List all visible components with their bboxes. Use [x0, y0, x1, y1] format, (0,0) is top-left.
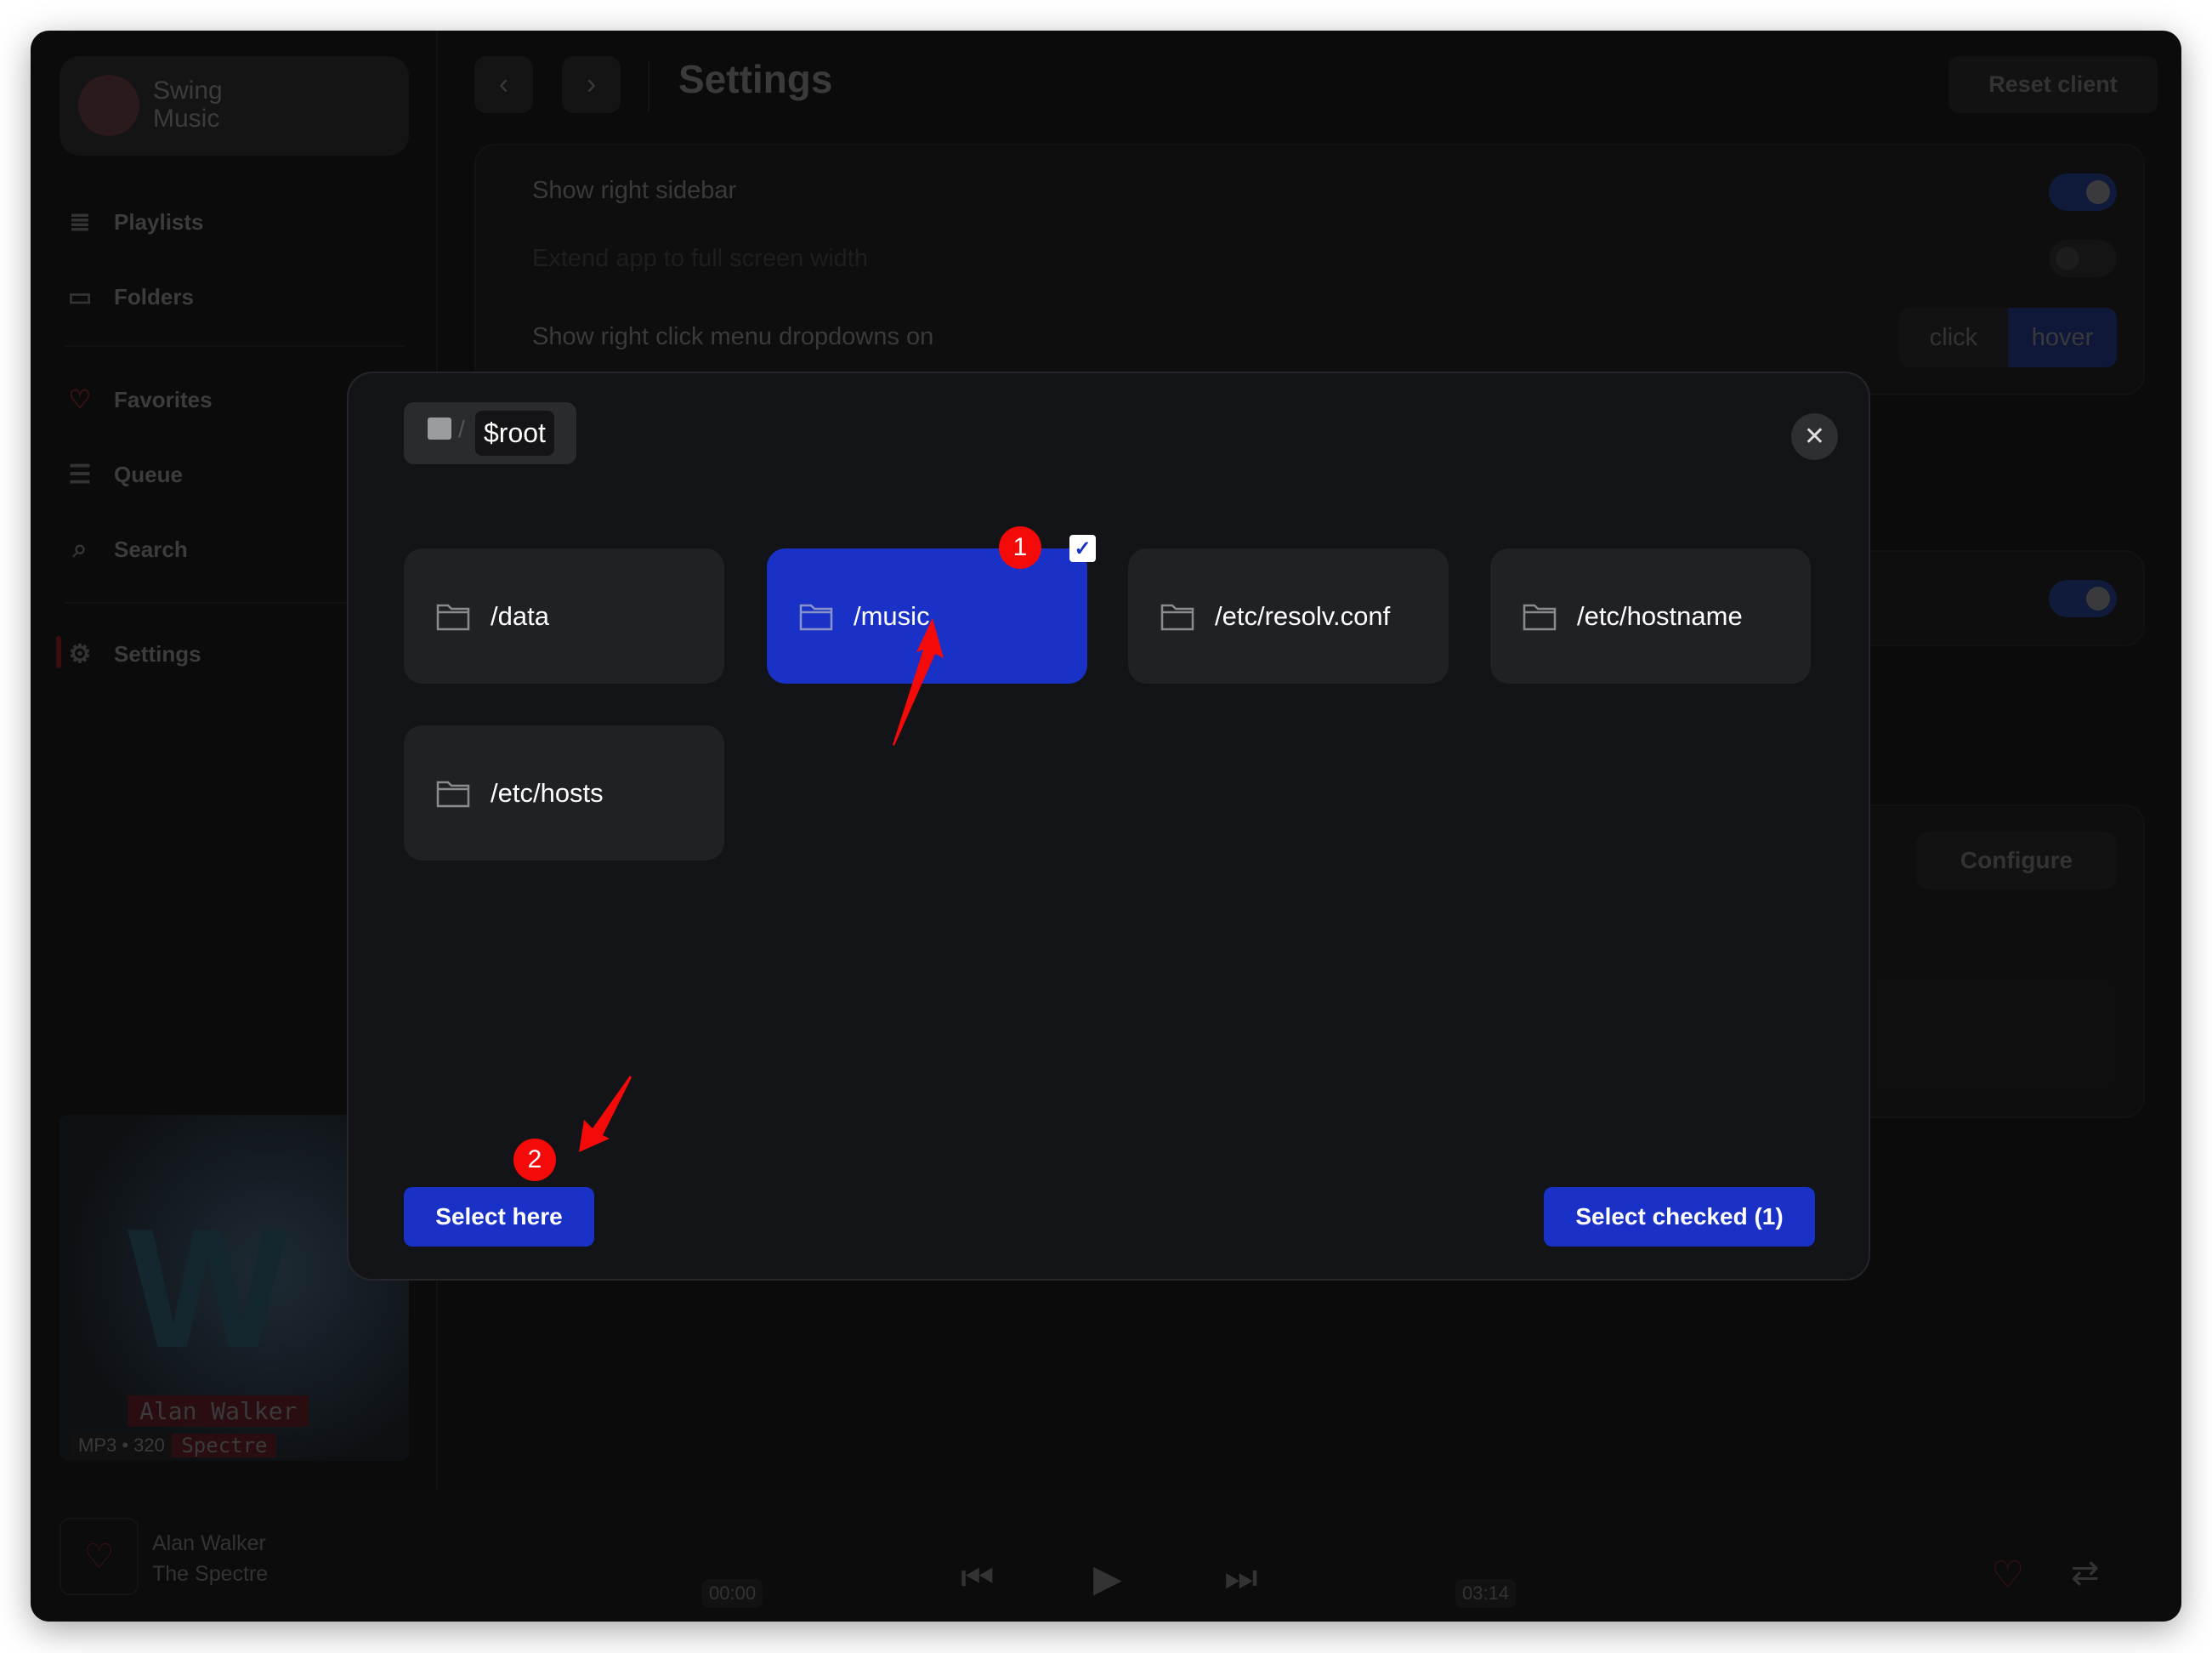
chevron-left-icon: ‹	[498, 68, 509, 100]
music-checkbox[interactable]: ✓	[1069, 535, 1096, 562]
playlist-icon: ≣	[69, 207, 91, 236]
close-button[interactable]: ✕	[1791, 413, 1838, 460]
folder-path: /etc/hostname	[1577, 600, 1743, 631]
folder-icon	[1160, 604, 1194, 630]
page-title: Settings	[678, 57, 833, 101]
sidebar-item-folders[interactable]: ▭ Folders	[65, 276, 194, 318]
app-name-line2: Music	[153, 105, 220, 133]
gear-icon: ⚙	[68, 639, 92, 668]
sidebar-item-label: Settings	[114, 640, 201, 667]
folder-path: /data	[491, 600, 549, 631]
annotation-badge-1: 1	[999, 526, 1041, 569]
select-checked-button[interactable]: Select checked (1)	[1544, 1187, 1815, 1247]
settings-panel	[1871, 978, 2118, 1090]
divider	[65, 345, 405, 347]
queue-icon: ☰	[68, 460, 92, 489]
reset-client-button[interactable]: Reset client	[1948, 56, 2158, 113]
previous-icon[interactable]: ⏮	[961, 1557, 995, 1599]
art-artist: Alan Walker	[128, 1395, 309, 1427]
annotation-arrow-2	[579, 1076, 632, 1152]
heart-icon: ♡	[68, 385, 92, 414]
setting-toggle[interactable]	[2049, 580, 2117, 617]
configure-button[interactable]: Configure	[1916, 832, 2117, 889]
breadcrumb: / $root	[404, 402, 576, 464]
player-bar: ♡ Alan Walker The Spectre 00:00 ⏮ ▶ ⏭ 03…	[31, 1489, 2181, 1622]
track-artist[interactable]: Alan Walker	[152, 1531, 266, 1556]
next-icon[interactable]: ⏭	[1224, 1557, 1258, 1599]
duration-time: 03:14	[1455, 1579, 1517, 1608]
sidebar-item-queue[interactable]: ☰ Queue	[65, 453, 183, 496]
app-name-line1: Swing	[153, 77, 223, 105]
sidebar-item-favorites[interactable]: ♡ Favorites	[65, 378, 213, 421]
album-art-logo: W	[128, 1194, 288, 1383]
track-title[interactable]: The Spectre	[152, 1562, 268, 1587]
breadcrumb-separator: /	[458, 416, 465, 442]
divider	[648, 61, 649, 112]
format-badge: MP3 • 320	[71, 1431, 172, 1460]
annotation-arrow-1	[893, 618, 944, 746]
folder-music-icon: ▭	[67, 282, 93, 311]
breadcrumb-root[interactable]: $root	[475, 411, 554, 456]
folder-path: /etc/hosts	[491, 777, 604, 808]
favorite-button[interactable]: ♡	[60, 1518, 139, 1595]
play-icon[interactable]: ▶	[1093, 1557, 1122, 1600]
close-icon: ✕	[1803, 423, 1826, 451]
back-button[interactable]: ‹	[474, 56, 533, 113]
chevron-right-icon: ›	[586, 68, 597, 100]
option-hover[interactable]: hover	[2008, 308, 2117, 367]
folder-icon	[436, 781, 470, 807]
setting-label: Extend app to full screen width	[532, 245, 868, 272]
sidebar-item-label: Search	[114, 536, 188, 562]
sidebar-item-label: Favorites	[114, 386, 213, 412]
folder-picker-modal: / $root ✕ /data/music/etc/resolv.conf/et…	[347, 372, 1870, 1281]
app-window: Swing Music ≣ Playlists ▭ Folders ♡ Favorite…	[31, 31, 2181, 1622]
app-logo[interactable]: Swing Music	[60, 56, 409, 156]
setting-label: Show right click menu dropdowns on	[532, 323, 934, 350]
folder-card[interactable]: /etc/resolv.conf	[1128, 548, 1449, 684]
check-icon: ✓	[1074, 537, 1092, 560]
folder-card[interactable]: /etc/hosts	[404, 725, 724, 861]
heart-icon: ♡	[83, 1537, 115, 1576]
active-indicator	[56, 636, 61, 668]
sidebar-item-playlists[interactable]: ≣ Playlists	[65, 201, 204, 243]
elapsed-time: 00:00	[702, 1579, 763, 1608]
sidebar-item-label: Queue	[114, 461, 183, 487]
folder-path: /etc/resolv.conf	[1215, 600, 1391, 631]
sidebar-item-label: Folders	[114, 283, 194, 310]
logo-lamp-icon	[78, 75, 139, 136]
heart-icon[interactable]: ♡	[1991, 1554, 2024, 1597]
folder-icon	[436, 604, 470, 630]
show-right-sidebar-toggle[interactable]	[2049, 173, 2117, 211]
select-here-button[interactable]: Select here	[404, 1187, 594, 1247]
extend-full-width-toggle[interactable]	[2049, 240, 2117, 277]
option-click[interactable]: click	[1899, 308, 2008, 367]
sidebar-item-label: Playlists	[114, 208, 204, 235]
annotation-badge-2: 2	[513, 1139, 556, 1181]
dropdown-trigger-segmented: click hover	[1899, 308, 2117, 367]
forward-button[interactable]: ›	[562, 56, 621, 113]
folder-icon	[1523, 604, 1557, 630]
search-icon: ⌕	[72, 535, 88, 563]
folder-icon	[428, 418, 451, 440]
folder-card[interactable]: /etc/hostname	[1490, 548, 1811, 684]
setting-label: Show right sidebar	[532, 177, 737, 204]
folder-card[interactable]: /data	[404, 548, 724, 684]
repeat-icon[interactable]: ⇄	[2071, 1554, 2100, 1593]
sidebar-item-settings[interactable]: ⚙ Settings	[65, 633, 201, 675]
sidebar-item-search[interactable]: ⌕ Search	[65, 528, 188, 571]
folder-icon	[799, 604, 833, 630]
